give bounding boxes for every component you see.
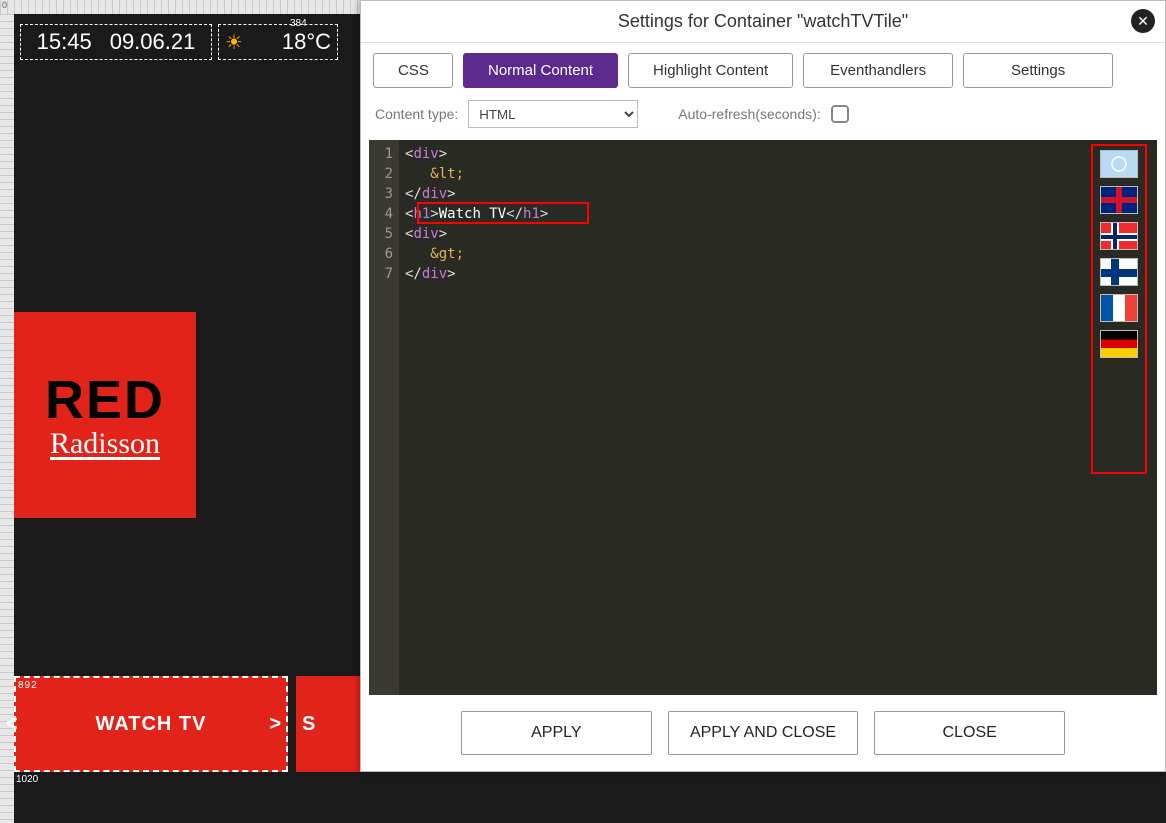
- watch-tv-tile[interactable]: 892 < WATCH TV >: [14, 676, 288, 772]
- ruler-vertical: [0, 14, 14, 823]
- logo-line1: RED: [45, 369, 165, 431]
- tab-settings[interactable]: Settings: [963, 53, 1113, 88]
- editor-content[interactable]: <div> &lt; </div> <h1>Watch TV</h1> <div…: [399, 140, 1157, 695]
- language-flag-column: [1091, 144, 1147, 474]
- panel-title: Settings for Container "watchTVTile": [618, 11, 908, 32]
- chevron-right-icon: >: [269, 713, 282, 736]
- close-icon[interactable]: ✕: [1131, 9, 1155, 33]
- apply-button[interactable]: APPLY: [461, 711, 652, 755]
- auto-refresh-label: Auto-refresh(seconds):: [678, 106, 820, 122]
- clock-date: 09.06.21: [110, 29, 196, 55]
- tab-eventhandlers[interactable]: Eventhandlers: [803, 53, 953, 88]
- auto-refresh-checkbox[interactable]: [831, 105, 849, 123]
- apply-and-close-button[interactable]: APPLY AND CLOSE: [668, 711, 859, 755]
- flag-de[interactable]: [1100, 330, 1138, 358]
- sun-icon: ☀: [225, 30, 243, 55]
- flag-fi[interactable]: [1100, 258, 1138, 286]
- clock-time: 15:45: [37, 29, 92, 55]
- status-time-box[interactable]: 15:45 09.06.21: [20, 24, 212, 60]
- tab-highlight-content[interactable]: Highlight Content: [628, 53, 793, 88]
- tile-row: 892 < WATCH TV > S: [14, 676, 376, 772]
- flag-uk[interactable]: [1100, 186, 1138, 214]
- tab-css[interactable]: CSS: [373, 53, 453, 88]
- coord-label: 892: [18, 680, 38, 691]
- temperature: 18°C: [282, 29, 331, 55]
- code-editor[interactable]: 1 2 3 4 5 6 7 <div> &lt; </div> <h1>Watc…: [369, 140, 1157, 695]
- content-type-row: Content type: HTML Auto-refresh(seconds)…: [361, 96, 1165, 140]
- editor-gutter: 1 2 3 4 5 6 7: [369, 140, 399, 695]
- flag-fr[interactable]: [1100, 294, 1138, 322]
- flag-un[interactable]: [1100, 150, 1138, 178]
- content-type-label: Content type:: [375, 106, 458, 122]
- logo-line2: Radisson: [50, 427, 160, 461]
- close-button[interactable]: CLOSE: [874, 711, 1065, 755]
- logo-tile[interactable]: RED Radisson: [14, 312, 196, 518]
- panel-header: Settings for Container "watchTVTile" ✕: [361, 1, 1165, 43]
- flag-no[interactable]: [1100, 222, 1138, 250]
- next-tile-initial: S: [302, 713, 315, 736]
- ruler-mark: 0: [2, 0, 7, 10]
- panel-footer: APPLY APPLY AND CLOSE CLOSE: [361, 695, 1165, 771]
- tab-row: CSS Normal Content Highlight Content Eve…: [361, 43, 1165, 96]
- tab-normal-content[interactable]: Normal Content: [463, 53, 618, 88]
- coord-label: 1020: [16, 774, 38, 785]
- content-type-select[interactable]: HTML: [468, 100, 638, 128]
- status-weather-box[interactable]: ☀ 18°C: [218, 24, 338, 60]
- ruler-horizontal: 0: [0, 0, 360, 14]
- watch-tv-label: WATCH TV: [96, 713, 207, 736]
- container-settings-panel: Settings for Container "watchTVTile" ✕ C…: [360, 0, 1166, 772]
- chevron-left-icon: <: [6, 713, 19, 736]
